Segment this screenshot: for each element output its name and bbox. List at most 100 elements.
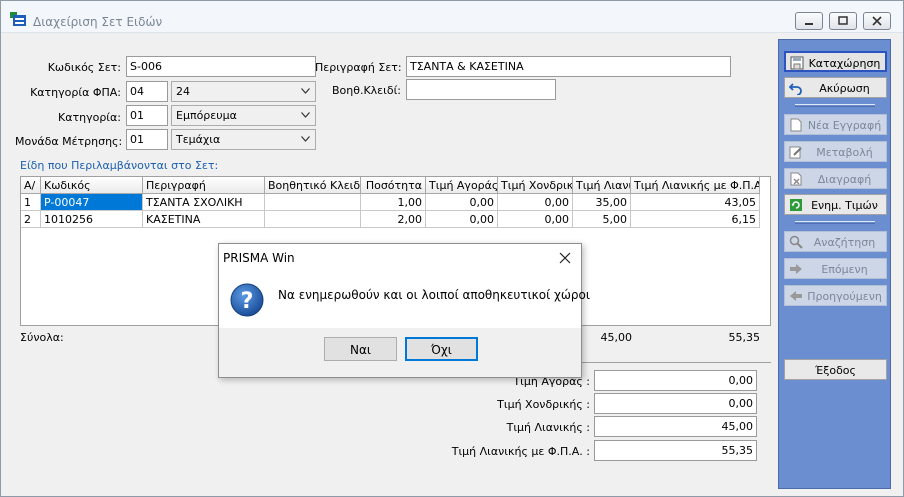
app-window-icon: [10, 12, 26, 26]
new-record-button[interactable]: Νέα Εγγραφή: [784, 114, 887, 135]
update-prices-button[interactable]: Ενημ. Τιμών: [784, 194, 887, 215]
set-code-label: Κωδικός Σετ:: [47, 61, 121, 74]
chevron-down-icon: [301, 136, 310, 142]
totals-retail: 45,00: [600, 331, 633, 344]
title-bar: Διαχείριση Σετ Ειδών: [1, 1, 903, 33]
totals-label: Σύνολα:: [20, 331, 64, 344]
close-icon[interactable]: [557, 250, 573, 266]
previous-button[interactable]: Προηγούμενη: [784, 285, 887, 306]
arrow-left-icon: [790, 291, 802, 301]
unit-label: Μονάδα Μέτρησης:: [15, 135, 123, 148]
next-button[interactable]: Επόμενη: [784, 258, 887, 279]
dialog-message: Να ενημερωθούν και οι λοιποί αποθηκευτικ…: [278, 288, 590, 302]
edit-icon: [789, 146, 802, 159]
edit-button-label: Μεταβολή: [816, 146, 873, 159]
cell-retail-vat-price[interactable]: 43,05: [631, 194, 760, 211]
dialog-title: PRISMA Win: [223, 251, 295, 265]
vat-category-label: Κατηγορία ΦΠΑ:: [30, 86, 121, 99]
chevron-down-icon: [301, 112, 310, 118]
cancel-button-label: Ακύρωση: [819, 82, 870, 95]
table-row[interactable]: 1 P-00047 ΤΣΑΝΤΑ ΣΧΟΛΙΚΗ 1,00 0,00 0,00 …: [21, 194, 760, 211]
save-button[interactable]: Καταχώρηση: [784, 51, 887, 72]
search-button-label: Αναζήτηση: [813, 236, 876, 249]
cell-code[interactable]: 1010256: [41, 211, 143, 228]
cell-retail-price[interactable]: 35,00: [573, 194, 631, 211]
save-icon: [790, 56, 804, 70]
search-icon: [789, 235, 803, 249]
description-label: Περιγραφή Σετ:: [315, 61, 402, 74]
vat-category-code-input[interactable]: 04: [126, 81, 168, 102]
unit-selected: Τεμάχια: [176, 133, 221, 146]
cell-aux-key[interactable]: [265, 194, 361, 211]
category-label: Κατηγορία:: [58, 111, 121, 124]
close-icon: [872, 16, 882, 26]
col-header-purchase-price[interactable]: Τιμή Αγοράς: [426, 177, 498, 194]
cell-purchase-price[interactable]: 0,00: [426, 194, 498, 211]
cell-retail-price[interactable]: 5,00: [573, 211, 631, 228]
next-button-label: Επόμενη: [821, 263, 868, 276]
cell-code[interactable]: P-00047: [41, 194, 143, 211]
exit-button[interactable]: Έξοδος: [784, 359, 887, 380]
cell-index: 2: [21, 211, 41, 228]
category-selected: Εμπόρευμα: [176, 109, 237, 122]
question-icon: ?: [230, 283, 264, 317]
col-header-retail-price[interactable]: Τιμή Λιανική: [573, 177, 631, 194]
close-window-button[interactable]: [863, 12, 891, 30]
new-record-button-label: Νέα Εγγραφή: [807, 119, 882, 132]
col-header-code[interactable]: Κωδικός: [41, 177, 143, 194]
maximize-button[interactable]: [829, 12, 857, 30]
svg-text:?: ?: [241, 289, 254, 314]
maximize-icon: [838, 16, 848, 25]
cell-quantity[interactable]: 1,00: [361, 194, 426, 211]
vat-category-selected: 24: [176, 85, 190, 98]
search-button[interactable]: Αναζήτηση: [784, 231, 887, 252]
retail-vat-price-label: Τιμή Λιανικής με Φ.Π.Α. :: [451, 445, 590, 458]
retail-vat-price-value: 55,35: [594, 440, 757, 461]
aux-key-label: Βοηθ.Κλειδί:: [331, 84, 401, 97]
edit-button[interactable]: Μεταβολή: [784, 141, 887, 162]
unit-select[interactable]: Τεμάχια: [171, 129, 316, 150]
yes-button[interactable]: Ναι: [324, 337, 397, 361]
wholesale-price-value: 0,00: [594, 393, 757, 414]
category-code-input[interactable]: 01: [126, 105, 168, 126]
cell-aux-key[interactable]: [265, 211, 361, 228]
set-code-input[interactable]: S-006: [126, 56, 316, 77]
vat-category-select[interactable]: 24: [171, 81, 316, 102]
previous-button-label: Προηγούμενη: [807, 290, 882, 303]
retail-price-value: 45,00: [594, 416, 757, 437]
description-input[interactable]: ΤΣΑΝΤΑ & ΚΑΣΕΤΙΝΑ: [406, 56, 731, 77]
no-button[interactable]: Όχι: [405, 337, 478, 361]
cell-retail-vat-price[interactable]: 6,15: [631, 211, 760, 228]
panel-divider: [795, 104, 875, 107]
undo-icon: [789, 83, 802, 95]
cell-wholesale-price[interactable]: 0,00: [498, 194, 573, 211]
col-header-aux-key[interactable]: Βοηθητικό Κλειδί: [265, 177, 361, 194]
minimize-button[interactable]: [795, 12, 823, 30]
col-header-retail-vat-price[interactable]: Τιμή Λιανικής με Φ.Π.Α.: [631, 177, 760, 194]
summary-divider: [575, 362, 771, 363]
col-header-quantity[interactable]: Ποσότητα: [361, 177, 426, 194]
cell-description[interactable]: ΚΑΣΕΤΙΝΑ: [143, 211, 265, 228]
cell-wholesale-price[interactable]: 0,00: [498, 211, 573, 228]
delete-button-label: Διαγραφή: [817, 173, 872, 186]
cancel-button[interactable]: Ακύρωση: [784, 77, 887, 98]
category-select[interactable]: Εμπόρευμα: [171, 105, 316, 126]
col-header-description[interactable]: Περιγραφή: [143, 177, 265, 194]
exit-button-label: Έξοδος: [815, 364, 856, 377]
new-document-icon: [790, 118, 802, 132]
delete-button[interactable]: Διαγραφή: [784, 168, 887, 189]
cell-description[interactable]: ΤΣΑΝΤΑ ΣΧΟΛΙΚΗ: [143, 194, 265, 211]
save-button-label: Καταχώρηση: [808, 57, 881, 70]
cell-purchase-price[interactable]: 0,00: [426, 211, 498, 228]
col-header-index[interactable]: Α/: [21, 177, 41, 194]
col-header-wholesale-price[interactable]: Τιμή Χονδρικής: [498, 177, 573, 194]
cell-quantity[interactable]: 2,00: [361, 211, 426, 228]
aux-key-input[interactable]: [406, 79, 556, 100]
window-title: Διαχείριση Σετ Ειδών: [33, 15, 163, 29]
panel-divider: [795, 221, 875, 224]
grid-header: Α/ Κωδικός Περιγραφή Βοηθητικό Κλειδί Πο…: [21, 177, 760, 194]
items-section-title: Είδη που Περιλαμβάνονται στο Σετ:: [20, 159, 219, 172]
unit-code-input[interactable]: 01: [126, 129, 168, 150]
refresh-icon: [790, 199, 802, 211]
table-row[interactable]: 2 1010256 ΚΑΣΕΤΙΝΑ 2,00 0,00 0,00 5,00 6…: [21, 211, 760, 228]
